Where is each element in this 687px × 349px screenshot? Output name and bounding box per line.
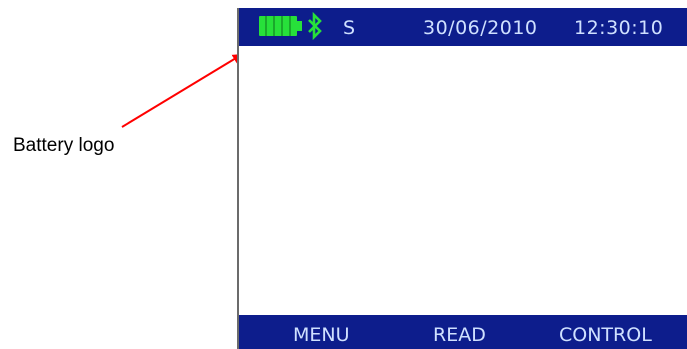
bluetooth-icon	[308, 12, 322, 40]
control-softkey[interactable]: CONTROL	[559, 324, 652, 346]
battery-cell-divider	[281, 16, 283, 36]
battery-cell-divider	[265, 16, 267, 36]
battery-tip	[297, 21, 302, 31]
annotation-arrow-line	[121, 53, 243, 128]
device-screen: S 30/06/2010 12:30:10 MENU READ CONTROL	[237, 8, 687, 349]
main-display-area	[239, 46, 687, 315]
softkey-bar: MENU READ CONTROL	[239, 315, 687, 349]
status-bar: S 30/06/2010 12:30:10	[239, 8, 687, 46]
status-time: 12:30:10	[574, 17, 664, 39]
status-date: 30/06/2010	[423, 17, 538, 39]
signal-indicator: S	[343, 17, 356, 39]
battery-cell-divider	[273, 16, 275, 36]
battery-cells	[259, 16, 297, 36]
read-softkey[interactable]: READ	[433, 324, 486, 346]
battery-icon	[259, 16, 297, 36]
menu-softkey[interactable]: MENU	[293, 324, 350, 346]
annotation-label: Battery logo	[13, 135, 115, 156]
battery-cell-divider	[289, 16, 291, 36]
